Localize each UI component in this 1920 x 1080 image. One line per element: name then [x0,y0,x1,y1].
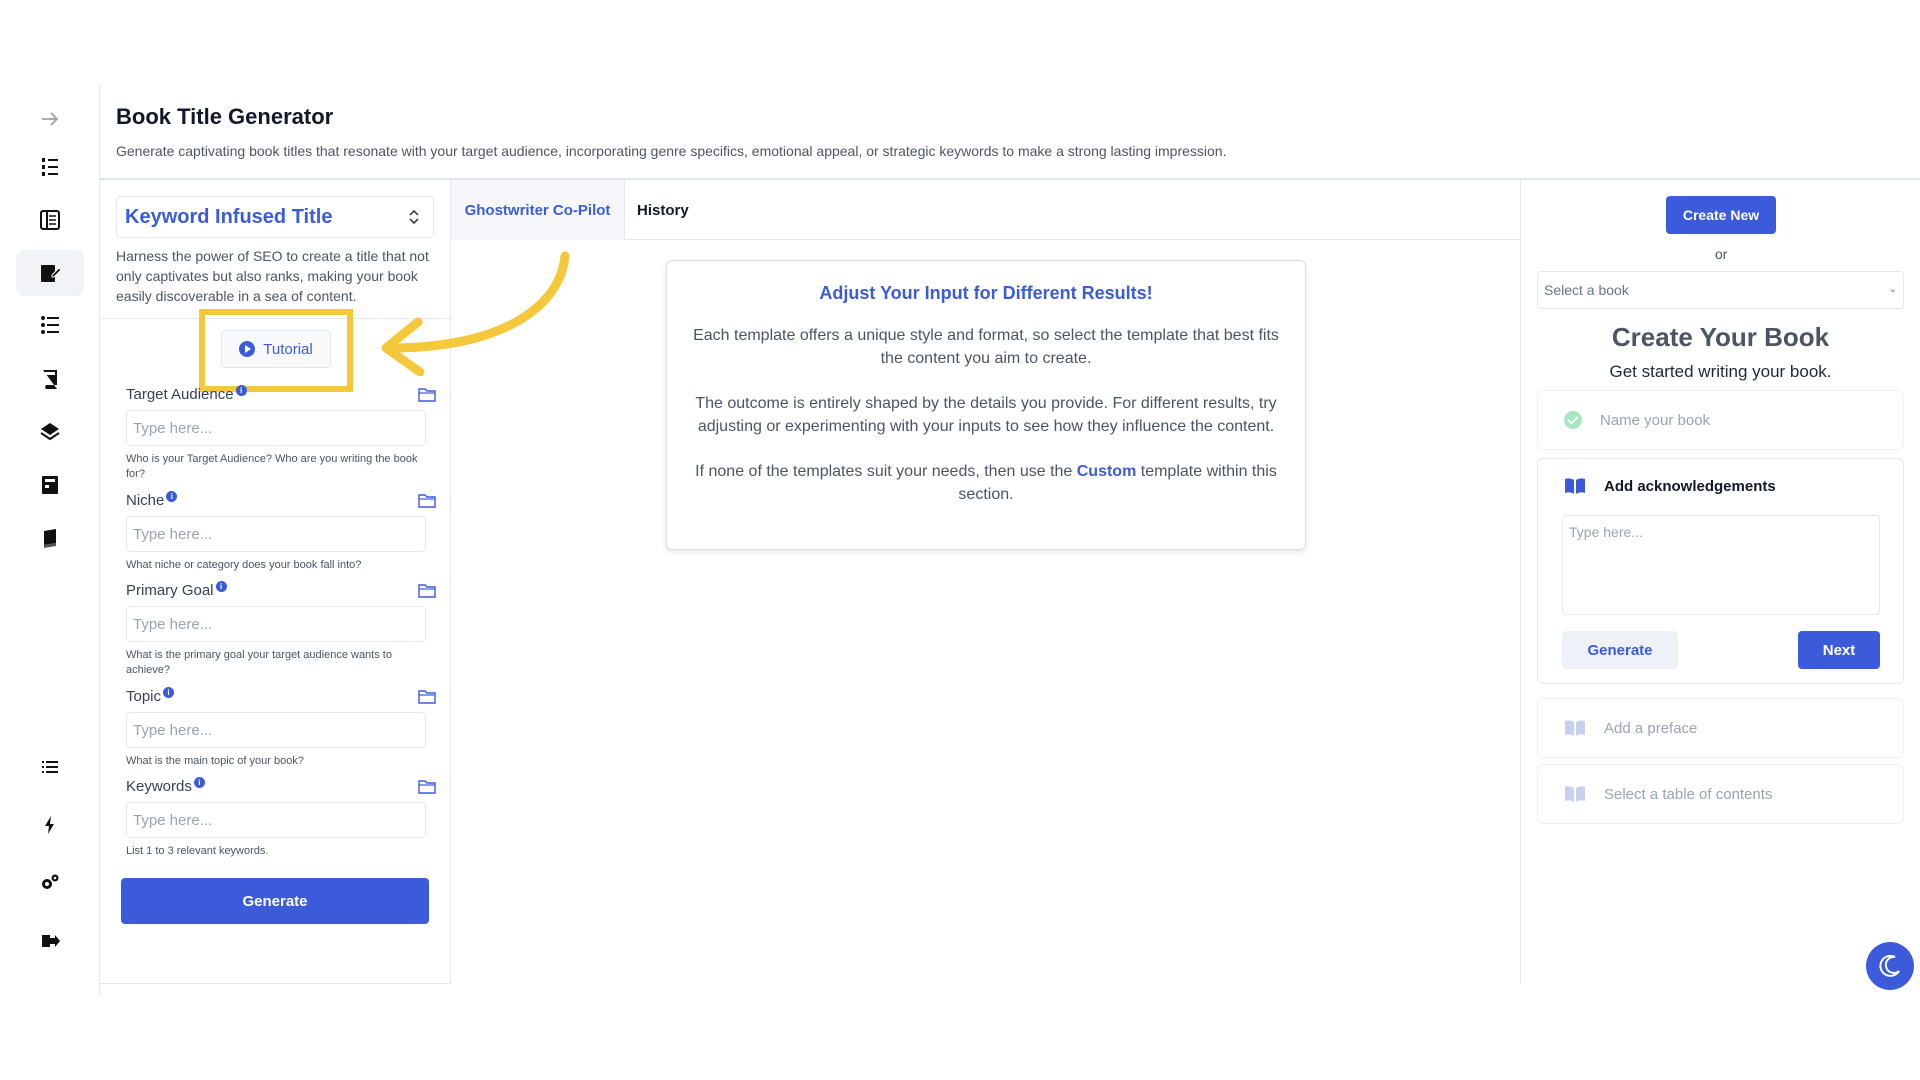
info-icon[interactable]: i [166,490,178,502]
sidebar [0,84,100,996]
edit-book-icon[interactable] [16,250,84,296]
create-book-subtitle: Get started writing your book. [1609,362,1832,381]
archive-icon[interactable] [16,462,84,508]
field-help: List 1 to 3 relevant keywords. [126,845,269,857]
field-label: Target Audience [126,385,234,403]
primary-goal-field: Primary Goali What is the primary goal y… [126,580,436,678]
generate-button[interactable]: Generate [121,878,429,924]
target-audience-input[interactable] [126,410,426,446]
template-select-value: Keyword Infused Title [125,205,333,228]
info-card-paragraph: If none of the templates suit your needs… [687,460,1285,506]
info-icon[interactable]: i [235,384,247,396]
select-book-value: Select a book [1544,282,1629,298]
field-label: Keywords [126,777,192,795]
info-icon[interactable]: i [193,776,205,788]
or-separator: or [1715,246,1728,262]
field-help: What niche or category does your book fa… [126,559,362,571]
keywords-input[interactable] [126,802,426,838]
play-icon [239,341,256,357]
tutorial-button[interactable]: Tutorial [221,330,331,368]
chevron-down-icon: ⌄ [1888,284,1897,295]
folder-icon[interactable] [418,386,436,402]
info-card-title: Adjust Your Input for Different Results! [819,283,1153,303]
acknowledgements-input[interactable] [1562,515,1880,615]
arrow-right-icon[interactable] [16,96,84,142]
lightning-icon[interactable] [16,802,84,848]
info-card-paragraph: Each template offers a unique style and … [693,327,1279,367]
info-icon[interactable]: i [215,580,227,592]
info-card-paragraph: The outcome is entirely shaped by the de… [695,395,1277,435]
field-label: Niche [126,491,165,509]
open-book-icon [1565,478,1585,494]
open-book-icon [1565,786,1585,802]
step-preface[interactable]: Add a preface [1537,698,1904,758]
primary-goal-input[interactable] [126,606,426,642]
field-help: Who is your Target Audience? Who are you… [126,453,418,480]
page-title: Book Title Generator [116,104,334,129]
next-button[interactable]: Next [1798,631,1880,669]
target-audience-field: Target Audiencei Who is your Target Audi… [126,384,436,482]
topic-field: Topici What is the main topic of your bo… [126,686,436,769]
divider [1520,180,1521,984]
step-table-of-contents[interactable]: Select a table of contents [1537,764,1904,824]
folder-icon[interactable] [418,492,436,508]
check-icon [1564,411,1582,429]
moon-icon [1879,954,1900,977]
generate-acknowledgements-button[interactable]: Generate [1562,631,1678,669]
chat-launcher-button[interactable] [1866,942,1914,990]
annotation-arrow-icon [381,251,570,376]
tab-ghostwriter-copilot[interactable]: Ghostwriter Co-Pilot [451,180,625,240]
chevron-updown-icon [409,209,419,225]
settings-icon[interactable] [16,860,84,906]
folder-icon[interactable] [418,582,436,598]
niche-field: Nichei What niche or category does your … [126,490,436,573]
list-icon[interactable] [16,302,84,348]
closed-book-icon[interactable] [16,515,84,561]
custom-template-link[interactable]: Custom [1077,463,1137,480]
book-outline-icon[interactable] [16,197,84,243]
keywords-field: Keywordsi List 1 to 3 relevant keywords. [126,776,436,859]
step-acknowledgements: Add acknowledgements Generate Next [1537,458,1904,684]
niche-input[interactable] [126,516,426,552]
info-card: Adjust Your Input for Different Results!… [666,260,1306,550]
open-book-icon [1565,720,1585,736]
create-book-title: Create Your Book [1611,322,1830,352]
tag-book-icon[interactable] [16,408,84,454]
numbered-list-icon[interactable] [16,144,84,190]
page-description: Generate captivating book titles that re… [116,143,1227,159]
field-help: What is the main topic of your book? [126,755,304,767]
field-label: Topic [126,687,162,705]
field-help: What is the primary goal your target aud… [126,649,392,676]
template-select[interactable]: Keyword Infused Title [116,196,434,238]
bookmark-book-icon[interactable] [16,356,84,402]
info-icon[interactable]: i [163,686,175,698]
step-label: Add acknowledgements [1604,477,1776,495]
folder-icon[interactable] [418,778,436,794]
logout-icon[interactable] [16,918,84,964]
tab-bar: Ghostwriter Co-Pilot History [451,180,1521,240]
create-new-button[interactable]: Create New [1666,196,1776,234]
step-label: Name your book [1600,411,1711,429]
folder-icon[interactable] [418,688,436,704]
step-label: Select a table of contents [1604,785,1773,803]
step-name-book[interactable]: Name your book [1537,390,1904,450]
step-label: Add a preface [1604,719,1698,737]
info-card-text: If none of the templates suit your needs… [695,463,1077,480]
menu-list-icon[interactable] [16,744,84,790]
select-book-dropdown[interactable]: Select a book ⌄ [1537,271,1904,309]
tutorial-label: Tutorial [263,340,313,358]
topic-input[interactable] [126,712,426,748]
tab-history[interactable]: History [637,180,689,240]
field-label: Primary Goal [126,581,214,599]
